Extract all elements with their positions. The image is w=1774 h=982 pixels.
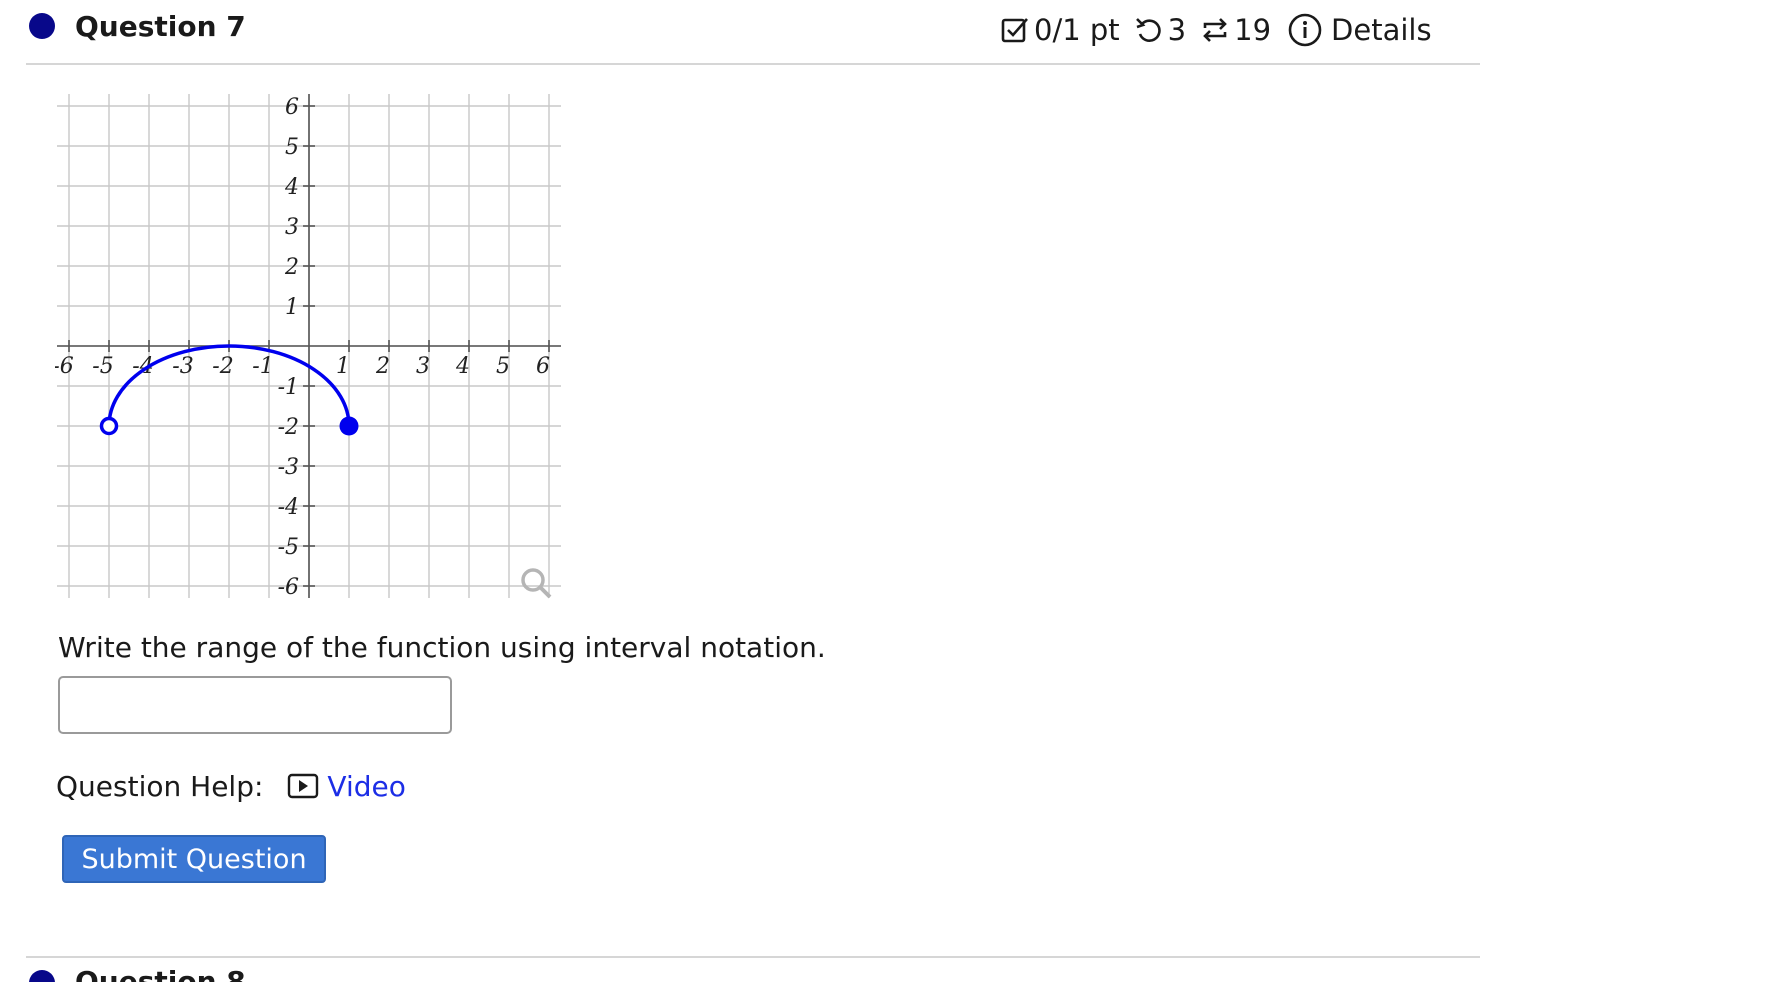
y-tick-label: -2 [278, 415, 299, 440]
x-tick-label: 2 [375, 354, 390, 379]
y-tick-label: -6 [278, 575, 299, 600]
video-link[interactable]: Video [327, 770, 405, 803]
x-tick-label: -6 [55, 354, 74, 379]
y-tick-label: 2 [284, 255, 299, 280]
closed-endpoint [339, 416, 359, 436]
next-question-dot [29, 970, 55, 982]
magnify-icon[interactable] [521, 568, 552, 599]
attempts-count: 3 [1167, 13, 1187, 47]
x-tick-label: 1 [336, 354, 350, 379]
retry-icon [1134, 15, 1164, 45]
x-tick-label: 6 [536, 354, 550, 379]
info-icon[interactable] [1287, 12, 1323, 48]
question-header: Question 7 0/1 pt 3 19 Details [0, 0, 1480, 64]
y-tick-label: 1 [285, 295, 299, 320]
video-icon[interactable] [287, 773, 319, 799]
score-text: 0/1 pt [1034, 13, 1120, 47]
x-tick-label: -1 [252, 354, 273, 379]
open-endpoint [99, 416, 119, 436]
x-tick-label: 3 [416, 354, 430, 379]
checkbox-icon [1000, 15, 1030, 45]
question-help: Question Help: Video [56, 766, 406, 806]
y-tick-label: -3 [278, 455, 299, 480]
x-tick-label: 5 [496, 354, 510, 379]
next-question-peek: Question 8 [0, 960, 1480, 982]
question-title: Question 7 [75, 10, 246, 43]
function-graph: -6-5-4-3-2-1123456654321-1-2-3-4-5-6 [55, 94, 561, 600]
question-prompt: Write the range of the function using in… [58, 631, 826, 664]
graph-axes [57, 94, 561, 598]
question-meta: 0/1 pt 3 19 Details [1000, 10, 1480, 50]
details-link[interactable]: Details [1331, 10, 1432, 50]
question-status-dot [29, 13, 55, 39]
submissions-count: 19 [1234, 13, 1272, 47]
next-question-title: Question 8 [75, 965, 246, 982]
y-tick-label: -4 [278, 495, 299, 520]
y-tick-label: -1 [278, 375, 299, 400]
y-tick-label: 6 [285, 95, 299, 120]
x-tick-label: -2 [212, 354, 233, 379]
submissions-icon [1200, 15, 1230, 45]
y-tick-label: -5 [278, 535, 299, 560]
y-tick-label: 3 [285, 215, 299, 240]
y-tick-label: 4 [284, 175, 299, 200]
footer-divider [26, 956, 1480, 958]
graph-tick-labels: -6-5-4-3-2-1123456654321-1-2-3-4-5-6 [55, 95, 550, 600]
answer-input[interactable] [58, 676, 452, 734]
x-tick-label: -3 [172, 354, 193, 379]
header-divider [26, 63, 1480, 65]
x-tick-label: -5 [92, 354, 113, 379]
x-tick-label: 4 [455, 354, 470, 379]
help-label: Question Help: [56, 769, 264, 803]
y-tick-label: 5 [285, 135, 299, 160]
submit-question-button[interactable]: Submit Question [62, 835, 326, 883]
